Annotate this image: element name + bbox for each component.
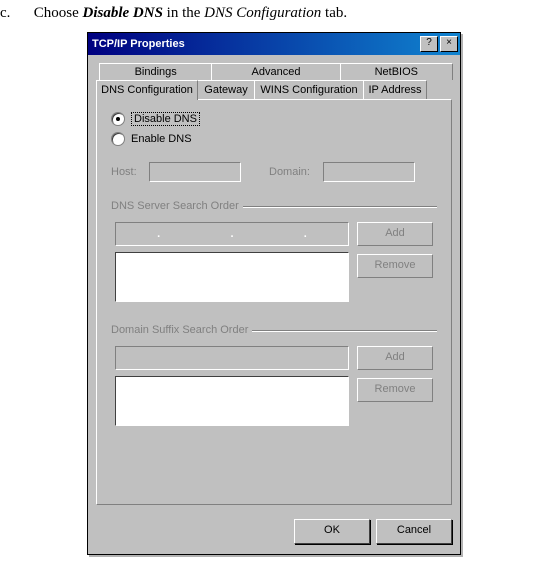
tab-bindings[interactable]: Bindings: [99, 63, 212, 80]
tab-ip-address[interactable]: IP Address: [363, 80, 427, 99]
domain-label: Domain:: [269, 166, 319, 178]
radio-icon: [111, 132, 125, 146]
dns-ip-input: ...: [115, 222, 349, 246]
host-label: Host:: [111, 166, 145, 178]
tab-panel-dns: Disable DNS Enable DNS Host: Domain: DNS…: [96, 99, 452, 505]
instruction-text: c. Choose Disable DNS in the DNS Configu…: [0, 0, 548, 32]
radio-label: Enable DNS: [131, 133, 192, 145]
group-label-text: Domain Suffix Search Order: [111, 324, 248, 336]
suffix-add-button: Add: [357, 346, 433, 370]
host-input: [149, 162, 241, 182]
window-title: TCP/IP Properties: [92, 38, 418, 50]
suffix-list: [115, 376, 349, 426]
domain-input: [323, 162, 415, 182]
radio-enable-dns[interactable]: Enable DNS: [111, 132, 437, 146]
domain-suffix-search-order-group: Domain Suffix Search Order Add Remove: [111, 324, 437, 430]
tcpip-properties-dialog: TCP/IP Properties ? × BindingsAdvancedNe…: [87, 32, 461, 555]
cancel-button[interactable]: Cancel: [376, 519, 452, 544]
tabs-back-row: BindingsAdvancedNetBIOS: [99, 63, 452, 80]
suffix-input: [115, 346, 349, 370]
tab-gateway[interactable]: Gateway: [197, 80, 255, 99]
tab-advanced[interactable]: Advanced: [211, 63, 340, 80]
tab-dns-configuration[interactable]: DNS Configuration: [96, 80, 198, 100]
dns-add-button: Add: [357, 222, 433, 246]
dns-server-list: [115, 252, 349, 302]
radio-disable-dns[interactable]: Disable DNS: [111, 112, 437, 126]
close-button[interactable]: ×: [440, 36, 458, 52]
dialog-footer: OK Cancel: [88, 513, 460, 554]
list-marker: c.: [0, 5, 30, 22]
suffix-remove-button: Remove: [357, 378, 433, 402]
titlebar: TCP/IP Properties ? ×: [88, 33, 460, 55]
help-button[interactable]: ?: [420, 36, 438, 52]
help-icon: ?: [426, 37, 432, 48]
tab-netbios[interactable]: NetBIOS: [340, 63, 453, 80]
ok-button[interactable]: OK: [294, 519, 370, 544]
radio-label: Disable DNS: [131, 112, 200, 126]
radio-icon: [111, 112, 125, 126]
close-icon: ×: [446, 37, 452, 48]
dns-remove-button: Remove: [357, 254, 433, 278]
tabs-front-row: DNS ConfigurationGatewayWINS Configurati…: [96, 80, 452, 99]
tab-wins-configuration[interactable]: WINS Configuration: [254, 80, 364, 99]
dns-server-search-order-group: DNS Server Search Order ... Add Remove: [111, 200, 437, 306]
group-label-text: DNS Server Search Order: [111, 200, 239, 212]
